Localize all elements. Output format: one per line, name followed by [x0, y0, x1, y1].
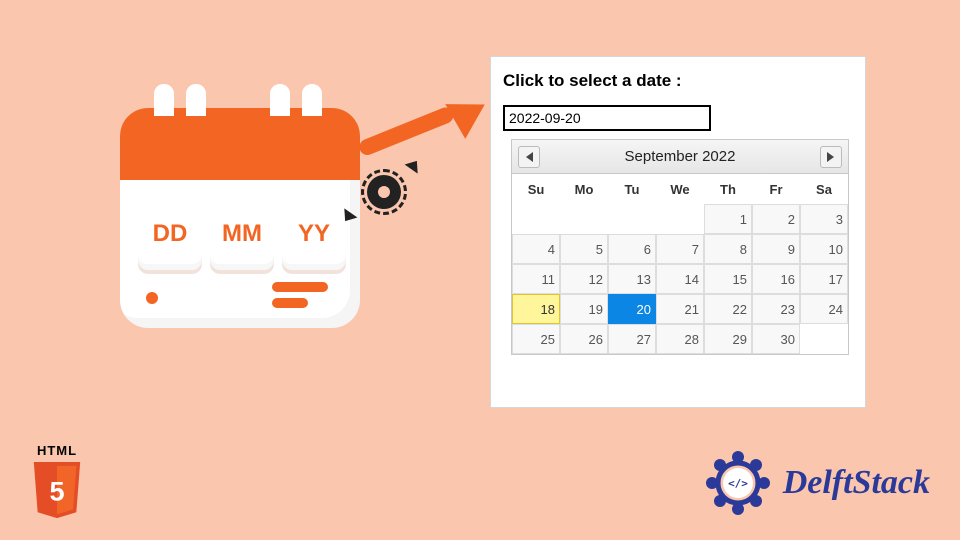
- date-input[interactable]: [503, 105, 711, 131]
- line: [272, 298, 308, 308]
- gear-icon: [358, 166, 410, 218]
- datepicker-widget: September 2022 SuMoTuWeThFrSa12345678910…: [511, 139, 849, 355]
- dow-header: Th: [704, 174, 752, 204]
- day-cell[interactable]: 18: [512, 294, 560, 324]
- next-month-button[interactable]: [820, 146, 842, 168]
- html5-shield-icon: 5: [29, 462, 85, 520]
- dow-header: Su: [512, 174, 560, 204]
- empty-cell: [608, 204, 656, 234]
- html5-number: 5: [49, 477, 64, 507]
- delftstack-logo: </> DelftStack: [703, 448, 930, 518]
- day-cell[interactable]: 27: [608, 324, 656, 354]
- gear-center: [378, 186, 390, 198]
- day-cell[interactable]: 25: [512, 324, 560, 354]
- day-cell[interactable]: 8: [704, 234, 752, 264]
- empty-cell: [656, 204, 704, 234]
- day-cell[interactable]: 5: [560, 234, 608, 264]
- calendar-lines: [272, 276, 332, 308]
- empty-cell: [512, 204, 560, 234]
- dow-header: Mo: [560, 174, 608, 204]
- arrow-head: [445, 87, 494, 139]
- day-cell[interactable]: 19: [560, 294, 608, 324]
- format-card-dd: DD: [138, 198, 202, 270]
- day-cell[interactable]: 22: [704, 294, 752, 324]
- day-cell[interactable]: 7: [656, 234, 704, 264]
- day-cell[interactable]: 11: [512, 264, 560, 294]
- day-cell[interactable]: 2: [752, 204, 800, 234]
- day-cell[interactable]: 3: [800, 204, 848, 234]
- arrow-shaft: [357, 105, 456, 157]
- panel-title: Click to select a date :: [503, 71, 853, 91]
- format-card-mm: MM: [210, 198, 274, 270]
- calendar-illustration: DD MM YY: [120, 90, 360, 330]
- delftstack-rosette-icon: </>: [703, 448, 773, 518]
- datepicker-grid: SuMoTuWeThFrSa12345678910111213141516171…: [512, 174, 848, 354]
- month-year-label: September 2022: [625, 148, 736, 165]
- dow-header: Fr: [752, 174, 800, 204]
- day-cell[interactable]: 26: [560, 324, 608, 354]
- day-cell[interactable]: 16: [752, 264, 800, 294]
- day-cell[interactable]: 23: [752, 294, 800, 324]
- gear-body: [367, 175, 401, 209]
- calendar-ring: [270, 84, 290, 116]
- arrow-icon: [360, 106, 480, 166]
- html5-badge: HTML 5: [22, 443, 92, 520]
- dow-header: Sa: [800, 174, 848, 204]
- day-cell[interactable]: 1: [704, 204, 752, 234]
- empty-cell: [800, 324, 848, 354]
- day-cell[interactable]: 10: [800, 234, 848, 264]
- prev-month-button[interactable]: [518, 146, 540, 168]
- dow-header: We: [656, 174, 704, 204]
- day-cell[interactable]: 17: [800, 264, 848, 294]
- datepicker-panel: Click to select a date : September 2022 …: [490, 56, 866, 408]
- day-cell[interactable]: 30: [752, 324, 800, 354]
- empty-cell: [560, 204, 608, 234]
- day-cell[interactable]: 29: [704, 324, 752, 354]
- datepicker-header: September 2022: [512, 140, 848, 174]
- day-cell[interactable]: 20: [608, 294, 656, 324]
- day-cell[interactable]: 14: [656, 264, 704, 294]
- day-cell[interactable]: 9: [752, 234, 800, 264]
- calendar-ring: [186, 84, 206, 116]
- delftstack-text: DelftStack: [783, 464, 930, 502]
- day-cell[interactable]: 12: [560, 264, 608, 294]
- calendar-header-bar: [120, 108, 360, 180]
- day-cell[interactable]: 4: [512, 234, 560, 264]
- day-cell[interactable]: 6: [608, 234, 656, 264]
- day-cell[interactable]: 28: [656, 324, 704, 354]
- day-cell[interactable]: 15: [704, 264, 752, 294]
- calendar-format-cards: DD MM YY: [138, 198, 346, 270]
- calendar-ring: [154, 84, 174, 116]
- calendar-dot: [146, 292, 158, 304]
- format-card-yy: YY: [282, 198, 346, 270]
- chevron-left-icon: [526, 152, 533, 162]
- html5-label: HTML: [22, 443, 92, 458]
- day-cell[interactable]: 13: [608, 264, 656, 294]
- calendar-ring: [302, 84, 322, 116]
- day-cell[interactable]: 21: [656, 294, 704, 324]
- chevron-right-icon: [827, 152, 834, 162]
- svg-text:</>: </>: [728, 477, 748, 490]
- line: [272, 282, 328, 292]
- day-cell[interactable]: 24: [800, 294, 848, 324]
- dow-header: Tu: [608, 174, 656, 204]
